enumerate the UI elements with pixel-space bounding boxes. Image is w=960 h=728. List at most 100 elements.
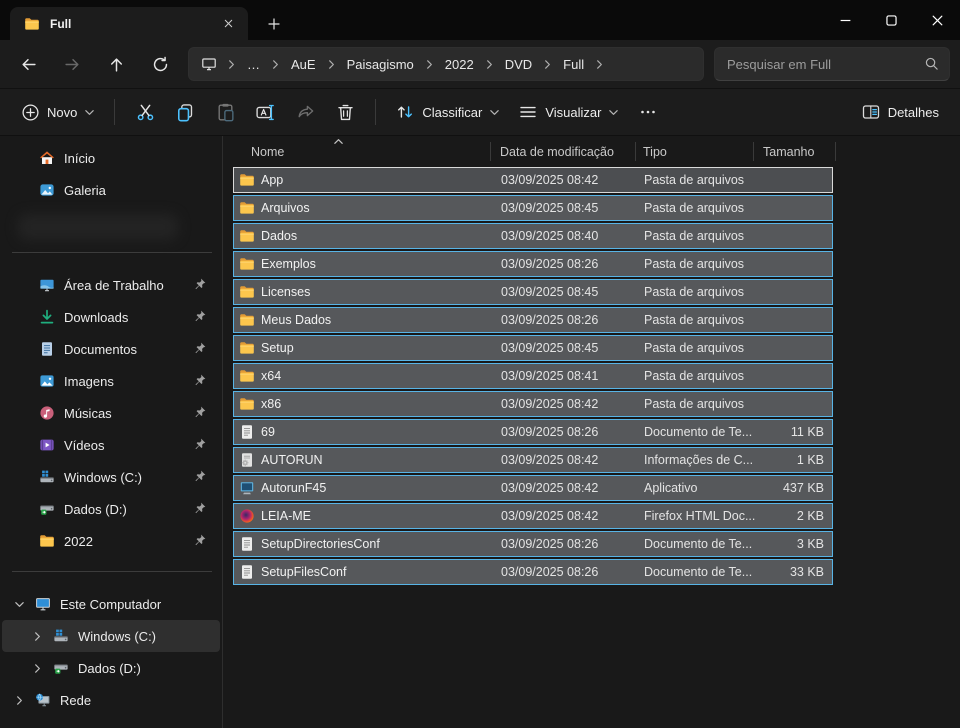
chevron-right-icon[interactable] — [32, 631, 44, 642]
breadcrumb: … AuE Paisagismo 2022 DVD Full — [188, 47, 704, 81]
sidebar-item-documentos[interactable]: Documentos — [3, 333, 219, 365]
maximize-icon[interactable] — [868, 0, 914, 40]
folder-icon — [39, 533, 55, 549]
column-divider[interactable] — [753, 142, 754, 161]
sidebar-item-downloads[interactable]: Downloads — [3, 301, 219, 333]
file-row-69[interactable]: 6903/09/2025 08:26Documento de Te...11 K… — [233, 419, 833, 445]
folder-icon — [239, 228, 255, 244]
file-row-licenses[interactable]: Licenses03/09/2025 08:45Pasta de arquivo… — [233, 279, 833, 305]
file-name: Setup — [261, 341, 294, 355]
explorer-tab[interactable]: Full — [10, 7, 248, 40]
pin-icon — [193, 341, 207, 358]
tab-title: Full — [50, 17, 71, 31]
music-icon — [39, 405, 55, 421]
this-pc-icon[interactable] — [195, 53, 223, 75]
main-area: InícioGaleria Área de TrabalhoDownloadsD… — [0, 136, 960, 728]
file-modified: 03/09/2025 08:45 — [501, 201, 598, 215]
forward-button[interactable] — [50, 47, 94, 81]
refresh-button[interactable] — [138, 47, 182, 81]
column-divider[interactable] — [835, 142, 836, 161]
file-row-x64[interactable]: x6403/09/2025 08:41Pasta de arquivos — [233, 363, 833, 389]
file-row-setup[interactable]: Setup03/09/2025 08:45Pasta de arquivos — [233, 335, 833, 361]
breadcrumb-item-dvd[interactable]: DVD — [498, 54, 539, 75]
search-icon[interactable] — [924, 56, 939, 74]
rename-button[interactable] — [245, 95, 285, 129]
share-button[interactable] — [285, 95, 325, 129]
tree-item-dados-d[interactable]: Dados (D:) — [2, 652, 220, 684]
tree-item-windows-c[interactable]: Windows (C:) — [2, 620, 220, 652]
drivedata-icon — [53, 660, 69, 676]
breadcrumb-item-aue[interactable]: AuE — [284, 54, 323, 75]
breadcrumb-item-paisagismo[interactable]: Paisagismo — [340, 54, 421, 75]
desktop-icon — [39, 277, 55, 293]
pictures-icon — [39, 373, 55, 389]
tab-close-icon[interactable] — [216, 12, 240, 36]
search-input[interactable] — [715, 48, 949, 80]
chevron-right-icon[interactable] — [32, 663, 44, 674]
more-options-button[interactable] — [628, 95, 668, 129]
file-name: x64 — [261, 369, 281, 383]
sidebar-item-galeria[interactable]: Galeria — [3, 174, 219, 206]
file-row-autorunf45[interactable]: AutorunF4503/09/2025 08:42Aplicativo437 … — [233, 475, 833, 501]
file-row-setupdirectoriesconf[interactable]: SetupDirectoriesConf03/09/2025 08:26Docu… — [233, 531, 833, 557]
file-type: Documento de Te... — [644, 425, 762, 439]
breadcrumb-chevron-icon — [268, 59, 283, 70]
sidebar-item-2022[interactable]: 2022 — [3, 525, 219, 557]
up-button[interactable] — [94, 47, 138, 81]
file-size: 437 KB — [783, 481, 824, 495]
folder-icon — [239, 368, 255, 384]
breadcrumb-chevron-icon — [540, 59, 555, 70]
breadcrumb-item-2022[interactable]: 2022 — [438, 54, 481, 75]
breadcrumb-overflow[interactable]: … — [240, 54, 267, 75]
column-header-modified[interactable]: Data de modificação — [500, 145, 614, 159]
column-header-type[interactable]: Tipo — [643, 145, 667, 159]
file-modified: 03/09/2025 08:42 — [501, 397, 598, 411]
details-pane-button[interactable]: Detalhes — [852, 97, 948, 127]
file-row-exemplos[interactable]: Exemplos03/09/2025 08:26Pasta de arquivo… — [233, 251, 833, 277]
copy-button[interactable] — [165, 95, 205, 129]
column-header-size[interactable]: Tamanho — [763, 145, 814, 159]
file-name: Dados — [261, 229, 297, 243]
chevron-down-icon[interactable] — [14, 599, 26, 610]
file-size: 11 KB — [791, 425, 824, 439]
cut-button[interactable] — [125, 95, 165, 129]
firefox-icon — [239, 508, 255, 524]
file-modified: 03/09/2025 08:42 — [501, 453, 598, 467]
file-row-leia-me[interactable]: LEIA-ME03/09/2025 08:42Firefox HTML Doc.… — [233, 503, 833, 529]
sidebar-item-dados-d[interactable]: Dados (D:) — [3, 493, 219, 525]
sidebar-item-m-sicas[interactable]: Músicas — [3, 397, 219, 429]
delete-button[interactable] — [325, 95, 365, 129]
app-icon — [239, 480, 255, 496]
paste-button[interactable] — [205, 95, 245, 129]
view-list-icon — [518, 102, 538, 122]
new-button[interactable]: Novo — [12, 98, 104, 127]
close-icon[interactable] — [914, 0, 960, 40]
sidebar-item-imagens[interactable]: Imagens — [3, 365, 219, 397]
sidebar-item-v-deos[interactable]: Vídeos — [3, 429, 219, 461]
column-divider[interactable] — [635, 142, 636, 161]
file-row-app[interactable]: App03/09/2025 08:42Pasta de arquivos — [233, 167, 833, 193]
breadcrumb-item-full[interactable]: Full — [556, 54, 591, 75]
tree-item-este-computador[interactable]: Este Computador — [2, 588, 220, 620]
tree-item-rede[interactable]: Rede — [2, 684, 220, 716]
folder-icon — [239, 396, 255, 412]
column-divider[interactable] — [490, 142, 491, 161]
sidebar-item-windows-c[interactable]: Windows (C:) — [3, 461, 219, 493]
tree-item-label: Dados (D:) — [78, 661, 141, 676]
chevron-right-icon[interactable] — [14, 695, 26, 706]
file-row-setupfilesconf[interactable]: SetupFilesConf03/09/2025 08:26Documento … — [233, 559, 833, 585]
sidebar-item-in-cio[interactable]: Início — [3, 142, 219, 174]
file-row-meus-dados[interactable]: Meus Dados03/09/2025 08:26Pasta de arqui… — [233, 307, 833, 333]
column-header-name[interactable]: Nome — [251, 145, 284, 159]
sidebar-item-rea-de-trabalho[interactable]: Área de Trabalho — [3, 269, 219, 301]
file-row-x86[interactable]: x8603/09/2025 08:42Pasta de arquivos — [233, 391, 833, 417]
file-name: x86 — [261, 397, 281, 411]
new-tab-button[interactable] — [262, 12, 286, 36]
view-button[interactable]: Visualizar — [509, 97, 628, 127]
file-row-arquivos[interactable]: Arquivos03/09/2025 08:45Pasta de arquivo… — [233, 195, 833, 221]
back-button[interactable] — [6, 47, 50, 81]
sort-button[interactable]: Classificar — [386, 97, 509, 127]
file-row-autorun[interactable]: AUTORUN03/09/2025 08:42Informações de C.… — [233, 447, 833, 473]
minimize-icon[interactable] — [822, 0, 868, 40]
file-row-dados[interactable]: Dados03/09/2025 08:40Pasta de arquivos — [233, 223, 833, 249]
